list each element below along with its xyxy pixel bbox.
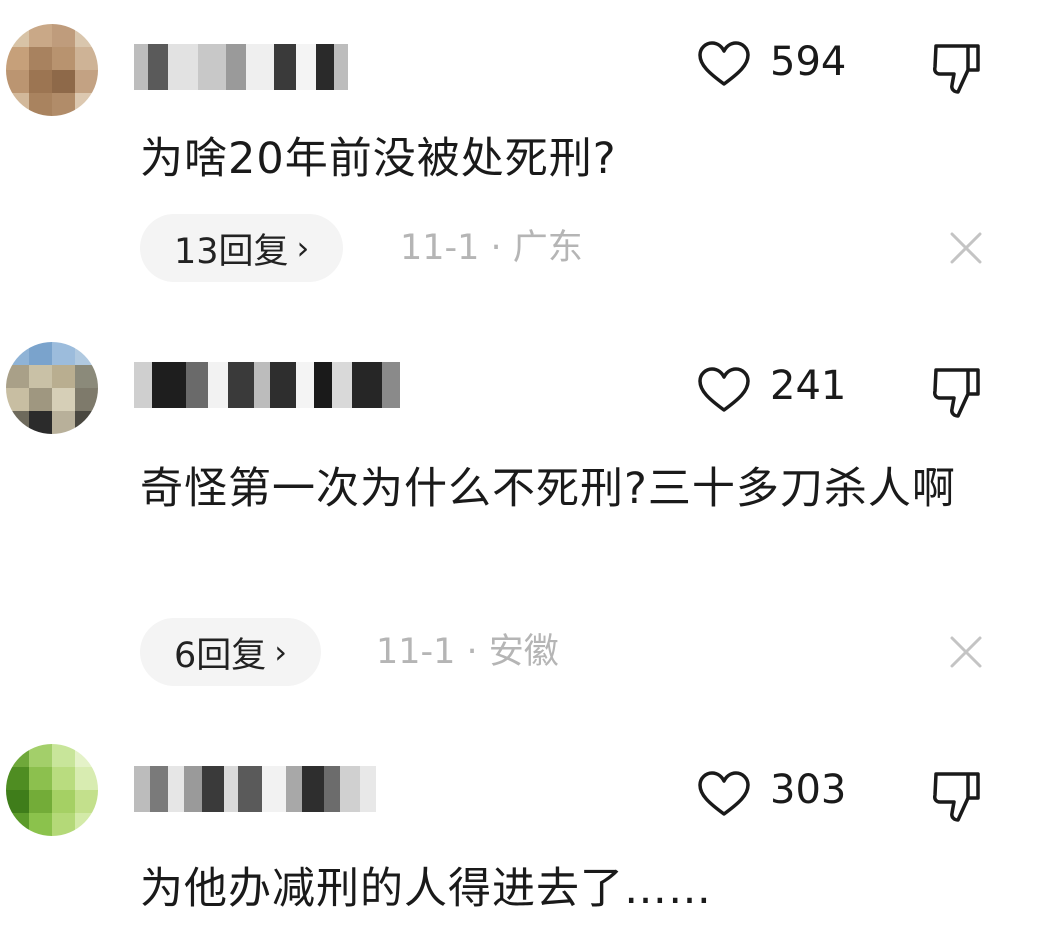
like-count: 241 — [770, 363, 847, 409]
chevron-right-icon: › — [274, 633, 288, 671]
heart-outline-icon[interactable] — [697, 40, 751, 88]
reply-label: 13回复 — [174, 231, 289, 272]
avatar[interactable] — [6, 744, 98, 836]
comment-meta: 11-1 · 安徽 — [376, 632, 559, 672]
username-blurred[interactable] — [134, 362, 400, 408]
avatar[interactable] — [6, 24, 98, 116]
comment-meta: 11-1 · 广东 — [400, 228, 583, 268]
comment-text: 奇怪第一次为什么不死刑?三十多刀杀人啊 — [140, 464, 956, 514]
thumbs-down-outline-icon[interactable] — [930, 40, 984, 96]
heart-outline-icon[interactable] — [697, 770, 751, 818]
chevron-right-icon: › — [296, 229, 310, 267]
close-icon[interactable] — [944, 630, 988, 674]
comment-text: 为他办减刑的人得进去了…… — [140, 864, 712, 914]
close-icon[interactable] — [944, 226, 988, 270]
reply-label: 6回复 — [174, 635, 267, 676]
like-count: 594 — [770, 39, 847, 85]
comment-text: 为啥20年前没被处死刑? — [140, 134, 617, 184]
reply-button[interactable]: 6回复 › — [140, 618, 322, 686]
avatar[interactable] — [6, 342, 98, 434]
thumbs-down-outline-icon[interactable] — [930, 768, 984, 824]
username-blurred[interactable] — [134, 766, 376, 812]
like-count: 303 — [770, 767, 847, 813]
heart-outline-icon[interactable] — [697, 366, 751, 414]
username-blurred[interactable] — [134, 44, 348, 90]
thumbs-down-outline-icon[interactable] — [930, 364, 984, 420]
reply-button[interactable]: 13回复 › — [140, 214, 344, 282]
